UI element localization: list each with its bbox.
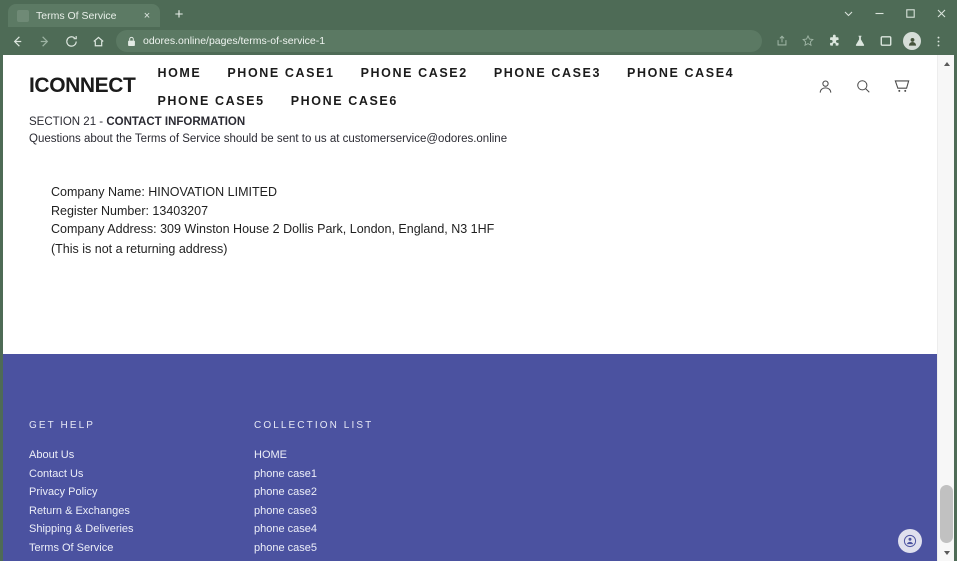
url-text: odores.online/pages/terms-of-service-1 xyxy=(143,35,326,47)
favicon-icon xyxy=(17,9,29,22)
footer-link-terms-of-service[interactable]: Terms Of Service xyxy=(29,539,254,558)
side-panel-icon[interactable] xyxy=(873,28,899,54)
web-page: ICONNECT HOME PHONE CASE1 PHONE CASE2 PH… xyxy=(3,55,937,561)
toolbar-right-icons xyxy=(769,28,951,54)
minimize-icon[interactable] xyxy=(864,0,895,27)
address-bar[interactable]: odores.online/pages/terms-of-service-1 xyxy=(116,30,762,52)
returning-address-note: (This is not a returning address) xyxy=(51,241,228,256)
scrollbar-thumb[interactable] xyxy=(940,485,953,543)
footer-link-phone-case2[interactable]: phone case2 xyxy=(254,483,479,502)
footer-column-collection-list: COLLECTION LIST HOME phone case1 phone c… xyxy=(254,420,479,558)
close-tab-icon[interactable]: × xyxy=(140,9,154,23)
footer-link-shipping-deliveries[interactable]: Shipping & Deliveries xyxy=(29,520,254,539)
maximize-icon[interactable] xyxy=(895,0,926,27)
company-name-line: Company Name: HINOVATION LIMITED xyxy=(51,185,277,199)
reload-icon[interactable] xyxy=(58,28,84,54)
footer-link-return-exchanges[interactable]: Return & Exchanges xyxy=(29,502,254,521)
footer-column-get-help: GET HELP About Us Contact Us Privacy Pol… xyxy=(29,420,254,558)
footer-heading-collection-list: COLLECTION LIST xyxy=(254,420,374,431)
footer-link-privacy-policy[interactable]: Privacy Policy xyxy=(29,483,254,502)
tab-search-icon[interactable] xyxy=(833,0,864,27)
footer-link-home[interactable]: HOME xyxy=(254,446,479,465)
site-header: ICONNECT HOME PHONE CASE1 PHONE CASE2 PH… xyxy=(3,55,937,114)
footer-heading-get-help: GET HELP xyxy=(29,420,96,431)
nav-item-phone-case5[interactable]: PHONE CASE5 xyxy=(157,94,264,108)
search-icon[interactable] xyxy=(855,78,872,95)
browser-toolbar: odores.online/pages/terms-of-service-1 xyxy=(0,27,957,55)
company-details: Company Name: HINOVATION LIMITED Registe… xyxy=(51,183,911,258)
bookmark-star-icon[interactable] xyxy=(795,28,821,54)
lock-icon xyxy=(127,36,136,47)
tab-title: Terms Of Service xyxy=(36,9,117,22)
chat-support-button[interactable] xyxy=(898,529,922,553)
footer-columns: GET HELP About Us Contact Us Privacy Pol… xyxy=(3,354,937,558)
labs-flask-icon[interactable] xyxy=(847,28,873,54)
close-window-icon[interactable] xyxy=(926,0,957,27)
forward-icon[interactable] xyxy=(31,28,57,54)
nav-item-home[interactable]: HOME xyxy=(157,66,201,80)
footer-link-phone-case5[interactable]: phone case5 xyxy=(254,539,479,558)
share-icon[interactable] xyxy=(769,28,795,54)
section-prefix: SECTION 21 - xyxy=(29,116,107,128)
footer-link-phone-case3[interactable]: phone case3 xyxy=(254,502,479,521)
page-content: SECTION 21 - CONTACT INFORMATION Questio… xyxy=(3,114,937,258)
account-icon[interactable] xyxy=(817,78,834,95)
scroll-up-arrow-icon[interactable] xyxy=(938,55,954,72)
back-icon[interactable] xyxy=(4,28,30,54)
contact-paragraph: Questions about the Terms of Service sho… xyxy=(29,133,508,145)
company-address-line: Company Address: 309 Winston House 2 Dol… xyxy=(51,222,495,237)
nav-item-phone-case1[interactable]: PHONE CASE1 xyxy=(227,66,334,80)
main-navigation: HOME PHONE CASE1 PHONE CASE2 PHONE CASE3… xyxy=(157,64,807,108)
site-logo[interactable]: ICONNECT xyxy=(29,74,136,98)
footer-link-phone-case4[interactable]: phone case4 xyxy=(254,520,479,539)
chrome-menu-icon[interactable] xyxy=(925,28,951,54)
footer-link-phone-case1[interactable]: phone case1 xyxy=(254,465,479,484)
footer-link-about-us[interactable]: About Us xyxy=(29,446,254,465)
site-footer: GET HELP About Us Contact Us Privacy Pol… xyxy=(3,354,937,561)
nav-item-phone-case2[interactable]: PHONE CASE2 xyxy=(361,66,468,80)
register-number-line: Register Number: 13403207 xyxy=(51,203,209,218)
scroll-down-arrow-icon[interactable] xyxy=(938,544,954,561)
browser-window: Terms Of Service × + odores.online/pages… xyxy=(0,0,957,561)
page-scrollbar[interactable] xyxy=(937,55,954,561)
profile-avatar-icon[interactable] xyxy=(899,28,925,54)
window-controls xyxy=(833,0,957,27)
new-tab-button[interactable]: + xyxy=(168,4,190,26)
cart-icon[interactable] xyxy=(893,77,911,95)
nav-item-phone-case6[interactable]: PHONE CASE6 xyxy=(291,94,398,108)
section-title: CONTACT INFORMATION xyxy=(106,116,246,128)
footer-link-contact-us[interactable]: Contact Us xyxy=(29,465,254,484)
extensions-icon[interactable] xyxy=(821,28,847,54)
header-icon-group xyxy=(807,77,911,95)
home-icon[interactable] xyxy=(85,28,111,54)
page-viewport: ICONNECT HOME PHONE CASE1 PHONE CASE2 PH… xyxy=(3,55,954,561)
nav-item-phone-case4[interactable]: PHONE CASE4 xyxy=(627,66,734,80)
section-heading: SECTION 21 - CONTACT INFORMATION xyxy=(29,114,911,130)
tab-strip: Terms Of Service × + xyxy=(0,0,957,27)
browser-tab[interactable]: Terms Of Service × xyxy=(8,4,160,27)
nav-item-phone-case3[interactable]: PHONE CASE3 xyxy=(494,66,601,80)
